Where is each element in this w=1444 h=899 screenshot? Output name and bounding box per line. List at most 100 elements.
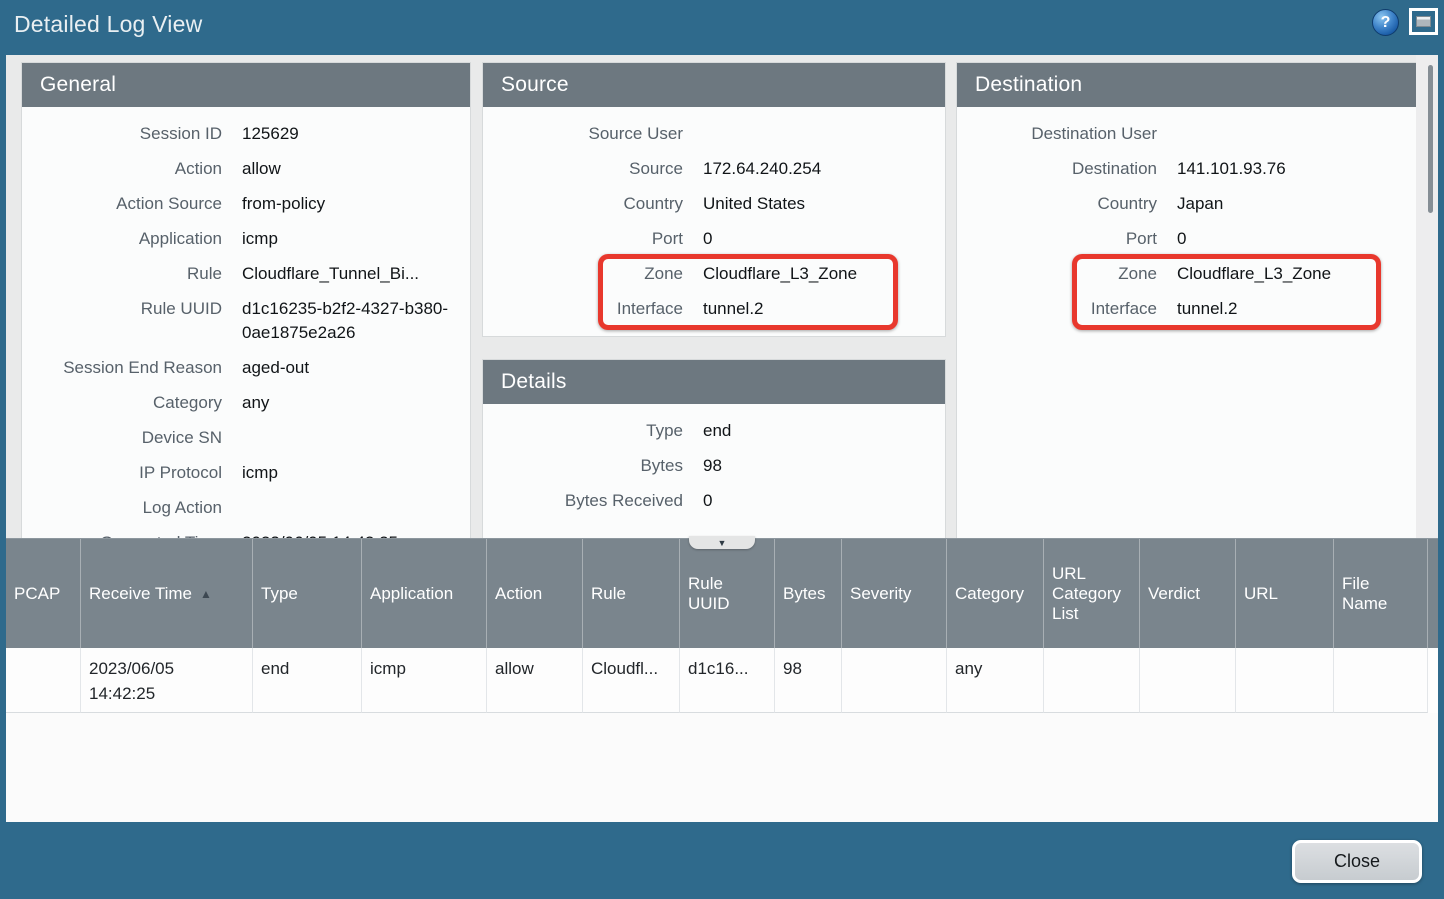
general-panel-header: General bbox=[22, 63, 470, 107]
source-panel-header: Source bbox=[483, 63, 945, 107]
field-label: Bytes bbox=[483, 454, 683, 478]
field-value: d1c16235-b2f2-4327-b380-0ae1875e2a26 bbox=[242, 297, 470, 345]
field-value: 0 bbox=[1177, 227, 1416, 251]
details-row-bytes: Bytes98 bbox=[483, 449, 945, 484]
field-value: United States bbox=[703, 192, 945, 216]
cell-category: any bbox=[947, 648, 1044, 713]
source-row-zone: ZoneCloudflare_L3_Zone bbox=[483, 257, 945, 292]
general-row-ip-protocol: IP Protocolicmp bbox=[22, 456, 470, 491]
field-label: Zone bbox=[957, 262, 1157, 286]
field-label: Source bbox=[483, 157, 683, 181]
col-header-label: Rule bbox=[591, 584, 626, 604]
general-row-rule-uuid: Rule UUID d1c16235-b2f2-4327-b380-0ae1875… bbox=[22, 292, 470, 351]
col-header-label: Severity bbox=[850, 584, 911, 604]
col-header-label: Application bbox=[370, 584, 453, 604]
col-header-bytes[interactable]: Bytes bbox=[775, 539, 842, 648]
col-header-pcap[interactable]: PCAP bbox=[6, 539, 81, 648]
field-label: Port bbox=[957, 227, 1157, 251]
field-label: Country bbox=[957, 192, 1157, 216]
field-label: Source User bbox=[483, 122, 683, 146]
col-header-category[interactable]: Category bbox=[947, 539, 1044, 648]
field-label: Destination User bbox=[957, 122, 1157, 146]
cell-url-category-list bbox=[1044, 648, 1140, 713]
field-label: Application bbox=[22, 227, 222, 251]
field-label: Destination bbox=[957, 157, 1157, 181]
field-value: icmp bbox=[242, 227, 470, 251]
cell-pcap bbox=[6, 648, 81, 713]
field-label: Interface bbox=[483, 297, 683, 321]
dialog-content: General Session ID125629 Action allow Actio… bbox=[6, 55, 1438, 822]
field-value: allow bbox=[242, 157, 470, 181]
log-table-header: PCAP Receive Time ▲ Type Application Action Ru… bbox=[6, 538, 1438, 648]
col-header-label: Verdict bbox=[1148, 584, 1200, 604]
field-value: 0 bbox=[703, 489, 945, 513]
destination-row-country: Country Japan bbox=[957, 187, 1416, 222]
col-header-url[interactable]: URL bbox=[1236, 539, 1334, 648]
destination-panel-body: Destination UserDestination141.101.93.76… bbox=[957, 107, 1416, 327]
field-value: icmp bbox=[242, 461, 470, 485]
table-collapse-handle[interactable]: ▼ bbox=[689, 536, 755, 549]
col-header-label: File Name bbox=[1342, 574, 1419, 614]
col-header-type[interactable]: Type bbox=[253, 539, 362, 648]
destination-panel-header: Destination bbox=[957, 63, 1416, 107]
window-restore-icon[interactable] bbox=[1409, 8, 1438, 35]
col-header-rule-uuid[interactable]: Rule UUID bbox=[680, 539, 775, 648]
close-button[interactable]: Close bbox=[1292, 840, 1422, 883]
log-table: PCAP Receive Time ▲ Type Application Action Ru… bbox=[6, 538, 1438, 822]
col-header-receive-time[interactable]: Receive Time ▲ bbox=[81, 539, 253, 648]
cell-severity bbox=[842, 648, 947, 713]
col-header-label: Type bbox=[261, 584, 298, 604]
field-value: from-policy bbox=[242, 192, 470, 216]
source-panel-body: Source UserSource172.64.240.254CountryUn… bbox=[483, 107, 945, 327]
general-row-session-id: Session ID125629 bbox=[22, 117, 470, 152]
field-label: Bytes Received bbox=[483, 489, 683, 513]
help-icon-glyph: ? bbox=[1381, 14, 1391, 32]
col-header-label: Receive Time bbox=[89, 584, 192, 604]
details-row-bytes-received: Bytes Received 0 bbox=[483, 484, 945, 519]
col-header-severity[interactable]: Severity bbox=[842, 539, 947, 648]
field-value: 125629 bbox=[242, 122, 470, 146]
field-value: Cloudflare_L3_Zone bbox=[1177, 262, 1416, 286]
detail-scrollbar-thumb[interactable] bbox=[1428, 65, 1433, 213]
field-value: aged-out bbox=[242, 356, 470, 380]
field-label: Country bbox=[483, 192, 683, 216]
cell-rule: Cloudfl... bbox=[583, 648, 680, 713]
cell-type: end bbox=[253, 648, 362, 713]
cell-receive-time: 2023/06/05 14:42:25 bbox=[81, 648, 253, 713]
sort-asc-icon: ▲ bbox=[200, 587, 212, 601]
col-header-label: PCAP bbox=[14, 584, 60, 604]
destination-row-interface: Interfacetunnel.2 bbox=[957, 292, 1416, 327]
col-header-file-name[interactable]: File Name bbox=[1334, 539, 1428, 648]
cell-verdict bbox=[1140, 648, 1236, 713]
field-label: Action bbox=[22, 157, 222, 181]
source-row-port: Port0 bbox=[483, 222, 945, 257]
field-value: end bbox=[703, 419, 945, 443]
field-value: any bbox=[242, 391, 470, 415]
log-table-row[interactable]: 2023/06/05 14:42:25endicmpallowCloudfl..… bbox=[6, 648, 1438, 713]
field-label: Zone bbox=[483, 262, 683, 286]
col-header-application[interactable]: Application bbox=[362, 539, 487, 648]
window-restore-icon-inner bbox=[1416, 16, 1431, 27]
log-table-body: 2023/06/05 14:42:25endicmpallowCloudfl..… bbox=[6, 648, 1438, 713]
col-header-rule[interactable]: Rule bbox=[583, 539, 680, 648]
details-row-type: Typeend bbox=[483, 414, 945, 449]
general-panel: General Session ID125629ActionallowActio… bbox=[22, 63, 470, 540]
col-header-action[interactable]: Action bbox=[487, 539, 583, 648]
general-panel-body: Session ID125629ActionallowAction Source… bbox=[22, 107, 470, 540]
col-header-url-category-list[interactable]: URL Category List bbox=[1044, 539, 1140, 648]
col-header-label: Bytes bbox=[783, 584, 826, 604]
detail-scrollbar-track bbox=[1416, 55, 1438, 540]
col-header-label: Rule UUID bbox=[688, 574, 766, 614]
field-value: Japan bbox=[1177, 192, 1416, 216]
col-header-verdict[interactable]: Verdict bbox=[1140, 539, 1236, 648]
title-bar: Detailed Log View ? bbox=[0, 0, 1444, 55]
help-icon[interactable]: ? bbox=[1372, 9, 1399, 36]
general-row-application: Application icmp bbox=[22, 222, 470, 257]
field-value: tunnel.2 bbox=[703, 297, 945, 321]
detailed-log-view-dialog: { "title_bar": { "title": "Detailed Log … bbox=[0, 0, 1444, 899]
field-label: Rule UUID bbox=[22, 297, 222, 321]
chevron-down-icon: ▼ bbox=[718, 538, 727, 548]
cell-file-name bbox=[1334, 648, 1428, 713]
field-label: Log Action bbox=[22, 496, 222, 520]
field-value: 0 bbox=[703, 227, 945, 251]
